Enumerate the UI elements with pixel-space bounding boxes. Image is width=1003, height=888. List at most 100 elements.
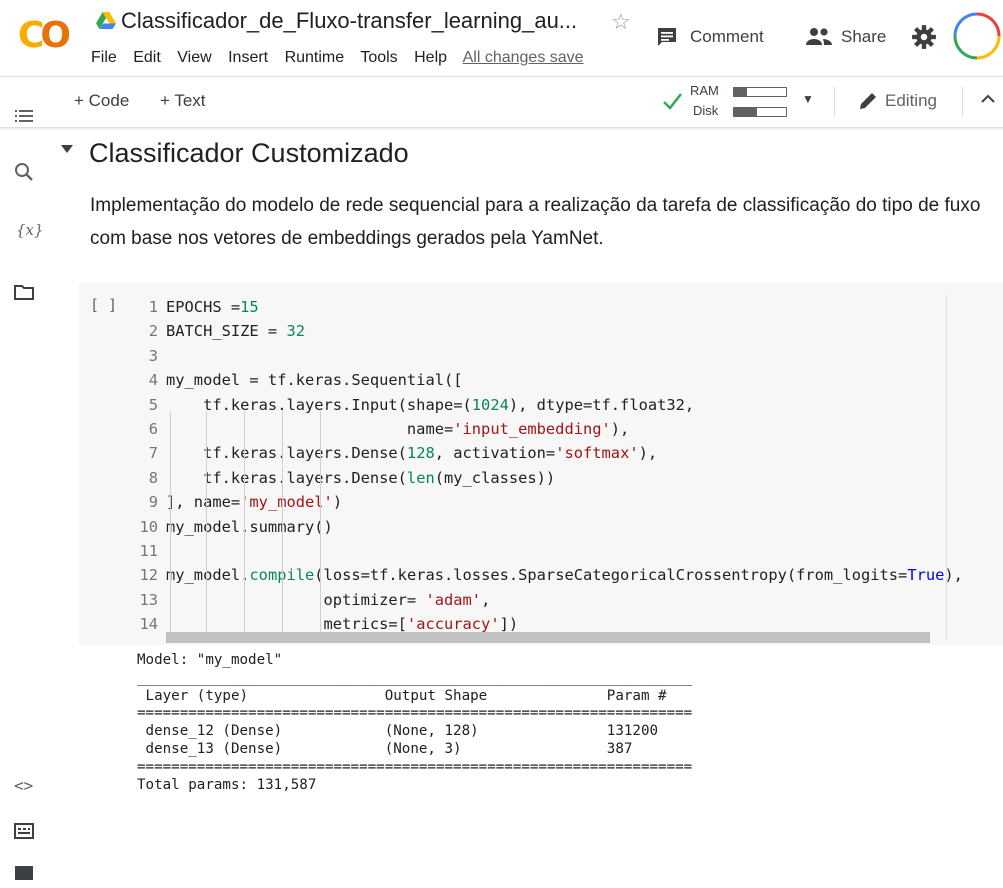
pencil-icon	[860, 93, 876, 109]
menu-insert[interactable]: Insert	[228, 49, 268, 66]
menu-bar: File Edit View Insert Runtime Tools Help…	[91, 47, 596, 69]
indent-guide	[244, 411, 245, 633]
line-number: 9	[148, 493, 158, 512]
code-line[interactable]: 12 my_model.compile(loss=tf.keras.losses.…	[134, 563, 963, 587]
code-line[interactable]: 3	[134, 344, 963, 368]
code-text: tf.keras.layers.Dense(len(my_classes))	[166, 468, 556, 487]
code-text: ], name='my_model')	[166, 493, 343, 512]
notebook-toolbar: + Code + Text RAM Disk ▼ Editing	[0, 76, 1003, 128]
folder-icon[interactable]	[12, 280, 36, 304]
disk-usage-bar[interactable]	[733, 107, 787, 117]
output-row: dense_12 (Dense) (None, 128) 131200	[137, 723, 693, 740]
code-line[interactable]: 6 name='input_embedding'),	[134, 417, 963, 441]
output-row: dense_13 (Dense) (None, 3) 387	[137, 740, 693, 757]
code-text: tf.keras.layers.Input(shape=(1024), dtyp…	[166, 395, 695, 414]
collapse-section-caret-icon[interactable]	[60, 142, 74, 156]
comment-icon	[658, 28, 676, 46]
menu-view[interactable]: View	[177, 49, 211, 66]
output-rule: ________________________________________…	[137, 669, 693, 686]
code-editor[interactable]: 1 EPOCHS =15 2 BATCH_SIZE = 32 3 4 my_model =…	[134, 295, 963, 637]
table-of-contents-icon[interactable]	[12, 104, 36, 128]
menu-tools[interactable]: Tools	[360, 49, 397, 66]
line-number: 8	[148, 468, 158, 487]
menu-help[interactable]: Help	[414, 49, 447, 66]
code-text: BATCH_SIZE = 32	[166, 322, 306, 341]
output-double-rule: ========================================…	[137, 758, 693, 775]
code-text: EPOCHS =15	[166, 298, 259, 316]
header-bar: CO Classificador_de_Fluxo-transfer_learn…	[0, 0, 1003, 76]
code-text: my_model.compile(loss=tf.keras.losses.Sp…	[166, 566, 963, 585]
editor-ruler	[946, 295, 947, 640]
share-label: Share	[841, 27, 887, 46]
line-number: 1	[148, 298, 158, 316]
colab-logo[interactable]: CO	[18, 18, 71, 54]
chevron-up-icon[interactable]	[980, 91, 996, 107]
code-line[interactable]: 4 my_model = tf.keras.Sequential([	[134, 368, 963, 392]
output-double-rule: ========================================…	[137, 705, 693, 722]
variables-icon[interactable]: {x}	[16, 221, 44, 245]
menu-edit[interactable]: Edit	[133, 49, 161, 66]
add-text-button[interactable]: + Text	[160, 91, 206, 111]
drive-icon[interactable]	[96, 12, 116, 30]
horizontal-scrollbar[interactable]	[166, 632, 930, 643]
cell-output: Model: "my_model" _______________________…	[137, 652, 692, 794]
disk-usage-fill	[734, 108, 758, 116]
line-number: 12	[139, 566, 158, 585]
chevron-down-icon[interactable]: ▼	[802, 92, 814, 106]
account-avatar[interactable]	[952, 11, 1002, 61]
star-icon[interactable]: ☆	[611, 9, 631, 35]
menu-file[interactable]: File	[91, 49, 117, 66]
code-line[interactable]: 8 tf.keras.layers.Dense(len(my_classes))	[134, 466, 963, 490]
line-number: 14	[139, 615, 158, 634]
ram-usage-fill	[734, 88, 747, 96]
line-number: 3	[148, 346, 158, 365]
code-snippets-icon[interactable]: <>	[14, 776, 38, 800]
run-cell-button[interactable]: [ ]	[90, 296, 117, 314]
toolbar-divider	[834, 87, 835, 117]
code-text: name='input_embedding'),	[166, 420, 630, 439]
line-number: 13	[139, 590, 158, 609]
gear-icon[interactable]	[911, 24, 937, 50]
code-line[interactable]: 7 tf.keras.layers.Dense(128, activation=…	[134, 441, 963, 465]
indent-guide	[170, 411, 171, 633]
ram-label: RAM	[690, 83, 719, 98]
line-number: 6	[148, 420, 158, 439]
line-number: 7	[148, 444, 158, 463]
code-line[interactable]: 10 my_model.summary()	[134, 515, 963, 539]
search-icon[interactable]	[12, 160, 36, 184]
notebook-title[interactable]: Classificador_de_Fluxo-transfer_learning…	[121, 6, 577, 36]
toolbar-divider	[962, 87, 963, 117]
output-model-line: Model: "my_model"	[137, 652, 283, 668]
code-line[interactable]: 2 BATCH_SIZE = 32	[134, 319, 963, 343]
menu-runtime[interactable]: Runtime	[285, 49, 345, 66]
indent-guide	[206, 411, 207, 633]
output-total: Total params: 131,587	[137, 776, 317, 793]
code-line[interactable]: 1 EPOCHS =15	[134, 295, 963, 319]
line-number: 5	[148, 395, 158, 414]
section-heading: Classificador Customizado	[89, 138, 409, 168]
ram-usage-bar[interactable]	[733, 87, 787, 97]
code-text: my_model.summary()	[166, 517, 333, 536]
command-palette-icon[interactable]	[12, 819, 36, 843]
people-icon	[806, 28, 832, 45]
share-button[interactable]: Share	[805, 22, 886, 52]
section-description: Implementação do modelo de rede sequenci…	[90, 195, 981, 249]
comment-label: Comment	[690, 27, 764, 46]
connected-check-icon[interactable]	[661, 90, 683, 112]
save-status-link[interactable]: All changes save	[463, 49, 584, 66]
add-code-button[interactable]: + Code	[74, 91, 129, 111]
line-number: 10	[139, 517, 158, 536]
code-line[interactable]: 5 tf.keras.layers.Input(shape=(1024), dt…	[134, 393, 963, 417]
terminal-icon[interactable]	[12, 864, 36, 888]
code-line[interactable]: 9 ], name='my_model')	[134, 490, 963, 514]
code-line[interactable]: 11	[134, 539, 963, 563]
code-line[interactable]: 13 optimizer= 'adam',	[134, 588, 963, 612]
line-number: 2	[148, 322, 158, 341]
line-number: 11	[139, 542, 158, 561]
line-number: 4	[148, 371, 158, 390]
comment-button[interactable]: Comment	[655, 22, 764, 52]
editing-mode-button[interactable]: Editing	[885, 91, 937, 111]
code-text: optimizer= 'adam',	[166, 590, 491, 609]
code-text: metrics=['accuracy'])	[166, 615, 519, 634]
